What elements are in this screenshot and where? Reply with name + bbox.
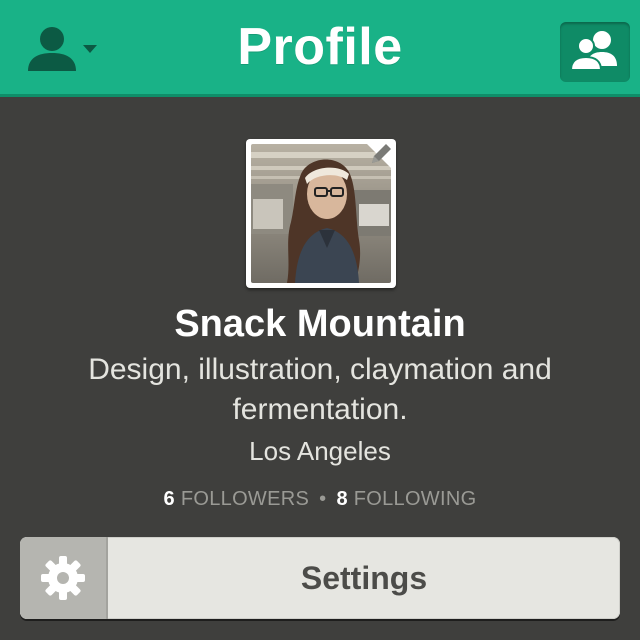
edit-avatar-button[interactable]	[360, 141, 394, 171]
gear-icon	[41, 556, 85, 600]
followers-link[interactable]: 6 FOLLOWERS	[164, 488, 310, 510]
profile-location: Los Angeles	[249, 436, 391, 466]
follow-stats: 6 FOLLOWERS • 8 FOLLOWING	[0, 485, 640, 513]
top-bar: Profile	[0, 0, 640, 97]
pencil-icon	[364, 141, 394, 171]
settings-label: Settings	[300, 560, 428, 596]
followers-label: FOLLOWERS	[180, 488, 310, 510]
following-link[interactable]: 8 FOLLOWING	[336, 488, 476, 510]
following-label: FOLLOWING	[353, 488, 477, 510]
people-icon	[569, 31, 617, 71]
settings-icon-box	[20, 537, 108, 619]
settings-button[interactable]: Settings	[20, 537, 620, 619]
stats-separator: •	[319, 488, 327, 510]
followers-count: 6	[163, 488, 175, 510]
page-title: Profile	[237, 18, 403, 76]
following-count: 8	[336, 488, 348, 510]
avatar[interactable]	[246, 139, 396, 288]
friends-button[interactable]	[560, 22, 630, 82]
profile-screen: Profile Snack Mountain Design, illustrat…	[0, 0, 640, 640]
profile-name: Snack Mountain	[174, 303, 466, 345]
profile-bio: Design, illustration, claymation and fer…	[88, 353, 552, 426]
